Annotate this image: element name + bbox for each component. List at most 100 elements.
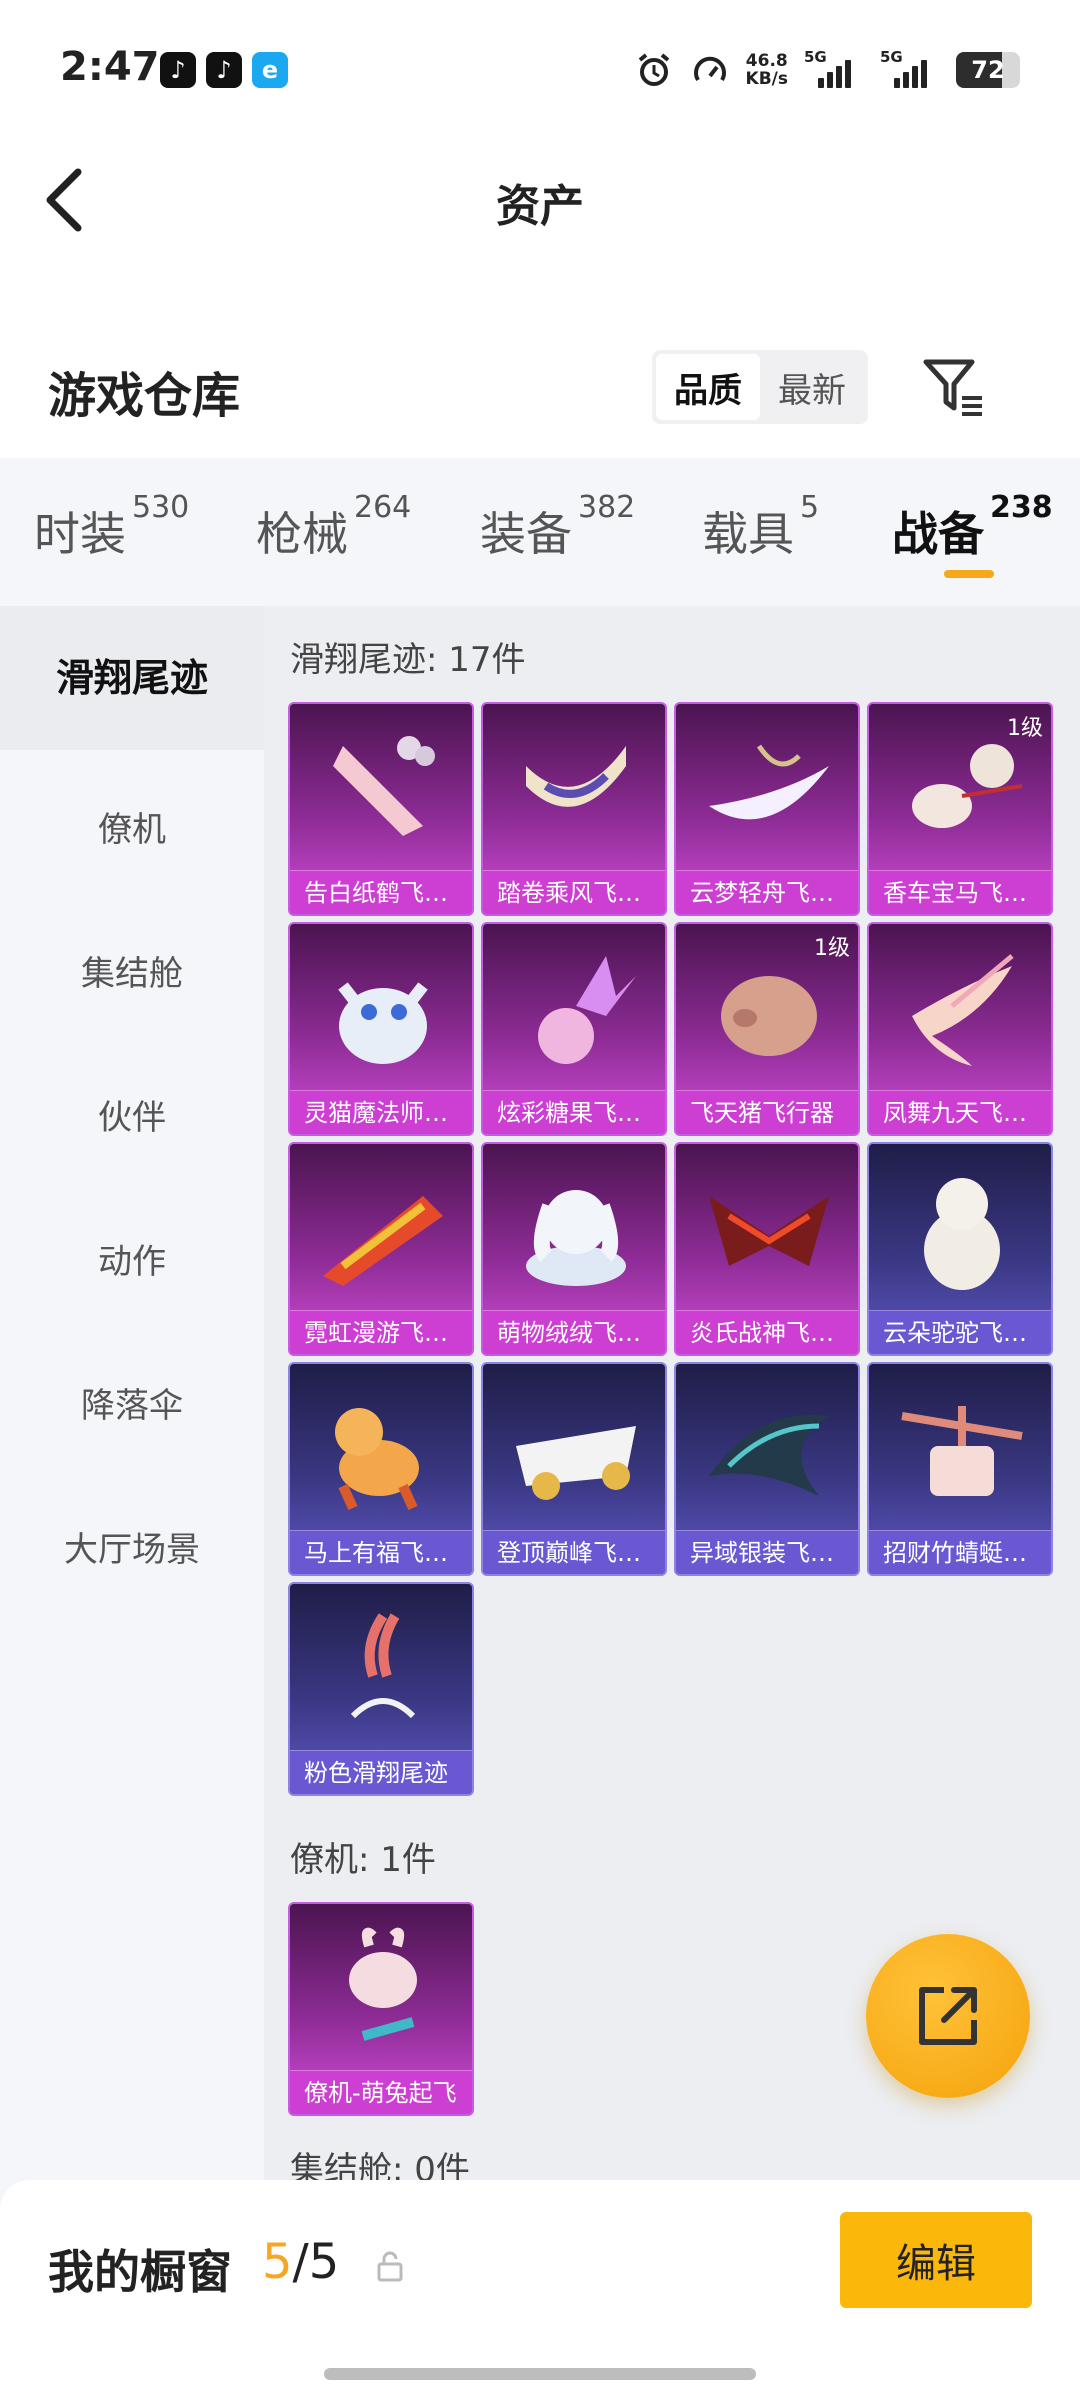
item-card[interactable]: 踏卷乘风飞… [481,702,667,916]
item-card[interactable]: 灵猫魔法师… [288,922,474,1136]
net-speed: 46.8 KB/s [745,51,788,89]
item-image [699,1166,839,1296]
item-card[interactable]: 异域银装飞… [674,1362,860,1576]
item-name: 云梦轻舟飞… [676,870,858,914]
item-name: 僚机-萌兔起飞 [290,2070,472,2114]
item-name: 霓虹漫游飞… [290,1310,472,1354]
item-name: 异域银装飞… [676,1530,858,1574]
item-name: 马上有福飞… [290,1530,472,1574]
item-card[interactable]: 马上有福飞… [288,1362,474,1576]
item-card[interactable]: 云朵驼驼飞… [867,1142,1053,1356]
item-card[interactable]: 招财竹蜻蜓… [867,1362,1053,1576]
showcase-count: 5/5 [262,2234,340,2290]
sidebar-item-emote[interactable]: 动作 [0,1234,264,1283]
item-level-badge: 1级 [814,936,850,961]
category-tabs: 时装 530 枪械 264 装备 382 载具 5 战备 238 [0,458,1080,606]
item-name: 招财竹蜻蜓… [869,1530,1051,1574]
tiktok-icon: ♪ [206,52,242,88]
item-name: 萌物绒绒飞… [483,1310,665,1354]
active-tab-indicator [944,570,994,578]
item-card[interactable]: 萌物绒绒飞… [481,1142,667,1356]
section-title-wingman: 僚机: 1件 [290,1840,436,1880]
speedometer-icon [690,50,730,90]
item-image [892,1386,1032,1516]
item-card[interactable]: 1级香车宝马飞… [867,702,1053,916]
item-image [892,946,1032,1076]
item-name: 凤舞九天飞… [869,1090,1051,1134]
item-name: 粉色滑翔尾迹 [290,1750,472,1794]
filter-button[interactable] [920,352,990,422]
item-name: 踏卷乘风飞… [483,870,665,914]
page-title: 资产 [496,181,584,232]
tiktok-icon: ♪ [160,52,196,88]
item-card[interactable]: 凤舞九天飞… [867,922,1053,1136]
item-image [313,1386,453,1516]
warehouse-title: 游戏仓库 [48,368,241,424]
sidebar-item-lobby-scene[interactable]: 大厅场景 [0,1522,264,1571]
sort-newest-button[interactable]: 最新 [760,354,864,420]
sidebar-item-partner[interactable]: 伙伴 [0,1090,264,1139]
item-card[interactable]: 1级飞天猪飞行器 [674,922,860,1136]
item-name: 炫彩糖果飞… [483,1090,665,1134]
tab-equipment[interactable]: 装备 382 [480,490,635,564]
edit-button[interactable]: 编辑 [840,2212,1032,2308]
section-title-glide: 滑翔尾迹: 17件 [290,640,526,680]
item-level-badge: 1级 [1007,716,1043,741]
item-image [313,1606,453,1736]
item-image [506,726,646,856]
share-button[interactable] [866,1934,1030,2098]
item-name: 云朵驼驼飞… [869,1310,1051,1354]
battery-icon: 72 [956,52,1020,88]
sidebar-item-glide-trail[interactable]: 滑翔尾迹 [0,606,264,750]
item-name: 灵猫魔法师… [290,1090,472,1134]
item-card[interactable]: 粉色滑翔尾迹 [288,1582,474,1796]
status-icons: 46.8 KB/s 5G 5G 72 [634,48,1020,92]
item-name: 炎氏战神飞… [676,1310,858,1354]
item-image [699,946,839,1076]
tab-fashion[interactable]: 时装 530 [34,490,189,564]
item-image [506,946,646,1076]
item-image [313,1926,453,2056]
item-card[interactable]: 僚机-萌兔起飞 [288,1902,474,2116]
sidebar: 滑翔尾迹 僚机 集结舱 伙伴 动作 降落伞 大厅场景 [0,606,264,2400]
sidebar-item-wingman[interactable]: 僚机 [0,802,264,851]
item-image [699,726,839,856]
item-name: 登顶巅峰飞… [483,1530,665,1574]
showcase-label: 我的橱窗 [48,2245,232,2299]
item-image [506,1386,646,1516]
item-name: 告白纸鹤飞… [290,870,472,914]
item-card[interactable]: 炫彩糖果飞… [481,922,667,1136]
tab-firearms[interactable]: 枪械 264 [256,490,411,564]
sort-toggle: 品质 最新 [652,350,868,424]
external-link-icon [919,1987,977,2045]
section-title-capsule: 集结舱: 0件 [290,2150,470,2180]
item-name: 飞天猪飞行器 [676,1090,858,1134]
item-card[interactable]: 霓虹漫游飞… [288,1142,474,1356]
tab-combat-gear[interactable]: 战备 238 [892,490,1053,564]
item-image [313,1166,453,1296]
sidebar-item-parachute[interactable]: 降落伞 [0,1378,264,1427]
item-image [892,1166,1032,1296]
signal-icon: 5G [804,48,864,88]
item-card[interactable]: 云梦轻舟飞… [674,702,860,916]
showcase-bar: 我的橱窗 5/5 编辑 [0,2180,1080,2400]
item-image [506,1166,646,1296]
item-name: 香车宝马飞… [869,870,1051,914]
status-bar: 2:47 ♪ ♪ e 46.8 KB/s 5G 5G 72 [0,0,1080,140]
item-image [699,1386,839,1516]
lock-icon [377,2251,403,2282]
item-image [313,726,453,856]
sort-quality-button[interactable]: 品质 [656,354,760,420]
item-image [892,726,1032,856]
item-card[interactable]: 炎氏战神飞… [674,1142,860,1356]
sidebar-item-capsule[interactable]: 集结舱 [0,946,264,995]
status-time: 2:47 [60,44,160,90]
item-card[interactable]: 登顶巅峰飞… [481,1362,667,1576]
item-image [313,946,453,1076]
filter-icon [923,359,982,416]
alarm-icon [634,50,674,90]
item-card[interactable]: 告白纸鹤飞… [288,702,474,916]
tab-vehicles[interactable]: 载具 5 [702,490,819,564]
browser-icon: e [252,52,288,88]
home-indicator[interactable] [324,2368,756,2380]
